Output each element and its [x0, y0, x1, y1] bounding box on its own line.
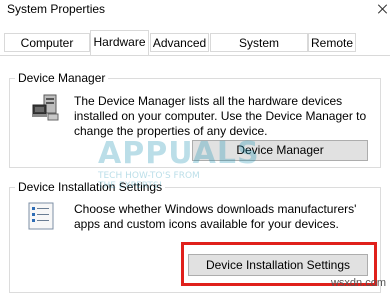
- tab-computer-name[interactable]: Computer Name: [4, 33, 90, 69]
- device-manager-button[interactable]: Device Manager: [192, 140, 368, 161]
- tab-hardware[interactable]: Hardware: [90, 30, 149, 55]
- tab-system-protection[interactable]: System Protection: [210, 33, 308, 69]
- device-manager-group-title: Device Manager: [15, 71, 109, 85]
- tab-remote[interactable]: Remote: [308, 33, 356, 52]
- device-manager-description: The Device Manager lists all the hardwar…: [74, 94, 367, 138]
- device-installation-settings-group-title: Device Installation Settings: [15, 180, 166, 194]
- device-installation-settings-button[interactable]: Device Installation Settings: [188, 254, 368, 276]
- hardware-panel: Device Manager The Device Manager lists …: [0, 55, 390, 295]
- close-icon[interactable]: [376, 0, 390, 20]
- tab-advanced[interactable]: Advanced: [150, 33, 209, 52]
- window-title: System Properties: [7, 2, 106, 16]
- device-installation-settings-description: Choose whether Windows downloads manufac…: [74, 202, 357, 231]
- computer-devices-icon: [30, 91, 64, 125]
- checklist-icon: [28, 202, 54, 230]
- footer-watermark: wsxdn.com: [330, 277, 386, 289]
- tab-strip: Computer Name Hardware Advanced System P…: [0, 30, 390, 69]
- title-bar: System Properties: [0, 0, 390, 24]
